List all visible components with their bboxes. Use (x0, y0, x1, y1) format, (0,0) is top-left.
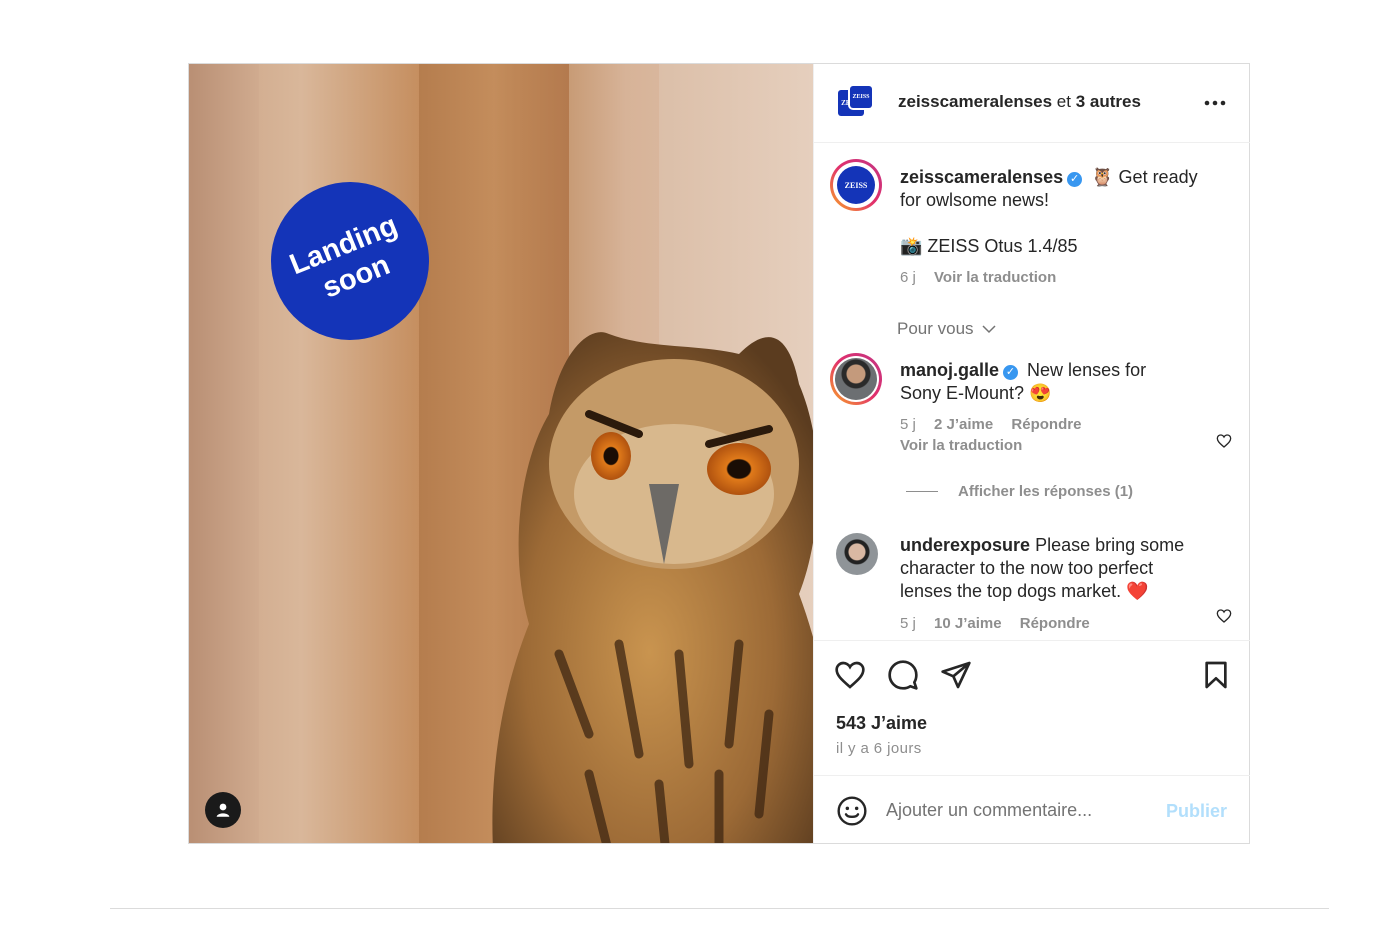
for-you-label: Pour vous (897, 319, 974, 338)
zeiss-logo-icon: ZEISS (850, 86, 872, 108)
avatar-image (835, 358, 877, 400)
comment-meta: 5 j 2 J’aime Répondre (900, 416, 1081, 433)
tagged-users-button[interactable] (205, 792, 241, 828)
caption-username[interactable]: zeisscameralenses (900, 167, 1063, 187)
comment-likes[interactable]: 10 J’aime (934, 615, 1002, 632)
comment-avatar[interactable] (830, 353, 882, 405)
comment-likes[interactable]: 2 J’aime (934, 416, 993, 433)
post-header-title[interactable]: zeisscameralenses et 3 autres (898, 92, 1141, 112)
owl-illustration (492, 332, 813, 843)
comment-time: 5 j (900, 416, 916, 433)
like-heart-icon[interactable] (834, 659, 866, 691)
account-avatar[interactable]: ZEISS ZEISS (838, 86, 874, 122)
caption-meta: 6 j Voir la traduction (900, 269, 1056, 286)
verified-badge-icon: ✓ (1003, 365, 1019, 380)
caption-line1: 🦉 Get ready (1091, 167, 1198, 187)
zeiss-logo-icon: ZEISS (837, 166, 875, 204)
add-comment-bar: Publier (814, 775, 1250, 844)
caption-line2: for owlsome news! (900, 190, 1050, 210)
add-comment-input[interactable] (886, 800, 1156, 821)
post-header: ZEISS ZEISS zeisscameralenses et 3 autre… (814, 64, 1250, 143)
post-sidebar: ZEISS ZEISS zeisscameralenses et 3 autre… (813, 64, 1250, 843)
comment-avatar[interactable] (836, 533, 878, 575)
like-comment-heart-icon[interactable] (1216, 608, 1232, 624)
person-icon (216, 803, 230, 817)
comment-meta: 5 j 10 J’aime Répondre (900, 615, 1090, 632)
posted-time: il y a 6 jours (836, 740, 922, 757)
caption-text: zeisscameralenses ✓ 🦉 Get ready for owlso… (900, 166, 1230, 258)
emoji-smiley-icon[interactable] (836, 795, 868, 827)
comment-username[interactable]: manoj.galle (900, 360, 999, 380)
for-you-filter[interactable]: Pour vous (897, 319, 996, 339)
caption-time: 6 j (900, 269, 916, 286)
post-image[interactable]: Landing soon (189, 64, 813, 843)
comment-line1: Please bring some (1035, 535, 1185, 555)
chevron-down-icon (982, 325, 996, 334)
instagram-post-embed: Landing soon ZEISS ZEISS zeisscameralens… (188, 63, 1250, 844)
view-replies-label: Afficher les réponses (1) (958, 483, 1134, 500)
header-and: et (1056, 92, 1071, 111)
caption-avatar[interactable]: ZEISS (830, 159, 882, 211)
likes-count[interactable]: 543 J’aime (836, 713, 927, 734)
comment-bubble-icon[interactable] (887, 659, 919, 691)
publish-button[interactable]: Publier (1166, 801, 1227, 822)
save-bookmark-icon[interactable] (1200, 659, 1232, 691)
caption-line3: 📸 ZEISS Otus 1.4/85 (900, 236, 1078, 256)
comment-line2: character to the now too perfect (900, 558, 1154, 578)
caption-translate-link[interactable]: Voir la traduction (934, 269, 1056, 286)
comment-time: 5 j (900, 615, 916, 632)
background-wood-plank (189, 64, 259, 843)
comment-line1: New lenses for (1027, 360, 1147, 380)
verified-badge-icon: ✓ (1067, 172, 1083, 187)
comment-reply-link[interactable]: Répondre (1011, 416, 1081, 433)
comment-line2: Sony E-Mount? 😍 (900, 383, 1052, 403)
comment-translate-link[interactable]: Voir la traduction (900, 437, 1022, 454)
comment-username[interactable]: underexposure (900, 535, 1030, 555)
header-others[interactable]: 3 autres (1076, 92, 1141, 111)
replies-line-divider (906, 491, 938, 492)
view-replies-button[interactable]: Afficher les réponses (1) (906, 483, 1133, 500)
like-comment-heart-icon[interactable] (1216, 433, 1232, 449)
post-actions: 543 J’aime il y a 6 jours (814, 640, 1250, 776)
more-options-icon[interactable] (1202, 90, 1228, 116)
comment-text: underexposure Please bring some characte… (900, 534, 1210, 603)
comment-text: manoj.galle ✓ New lenses for Sony E-Mount… (900, 359, 1200, 405)
comment-reply-link[interactable]: Répondre (1020, 615, 1090, 632)
comments-section[interactable]: ZEISS zeisscameralenses ✓ 🦉 Get ready for… (814, 143, 1250, 639)
comment-line3: lenses the top dogs market. ❤️ (900, 581, 1149, 601)
header-username[interactable]: zeisscameralenses (898, 92, 1052, 111)
share-send-icon[interactable] (940, 659, 972, 691)
page-divider (110, 908, 1329, 909)
